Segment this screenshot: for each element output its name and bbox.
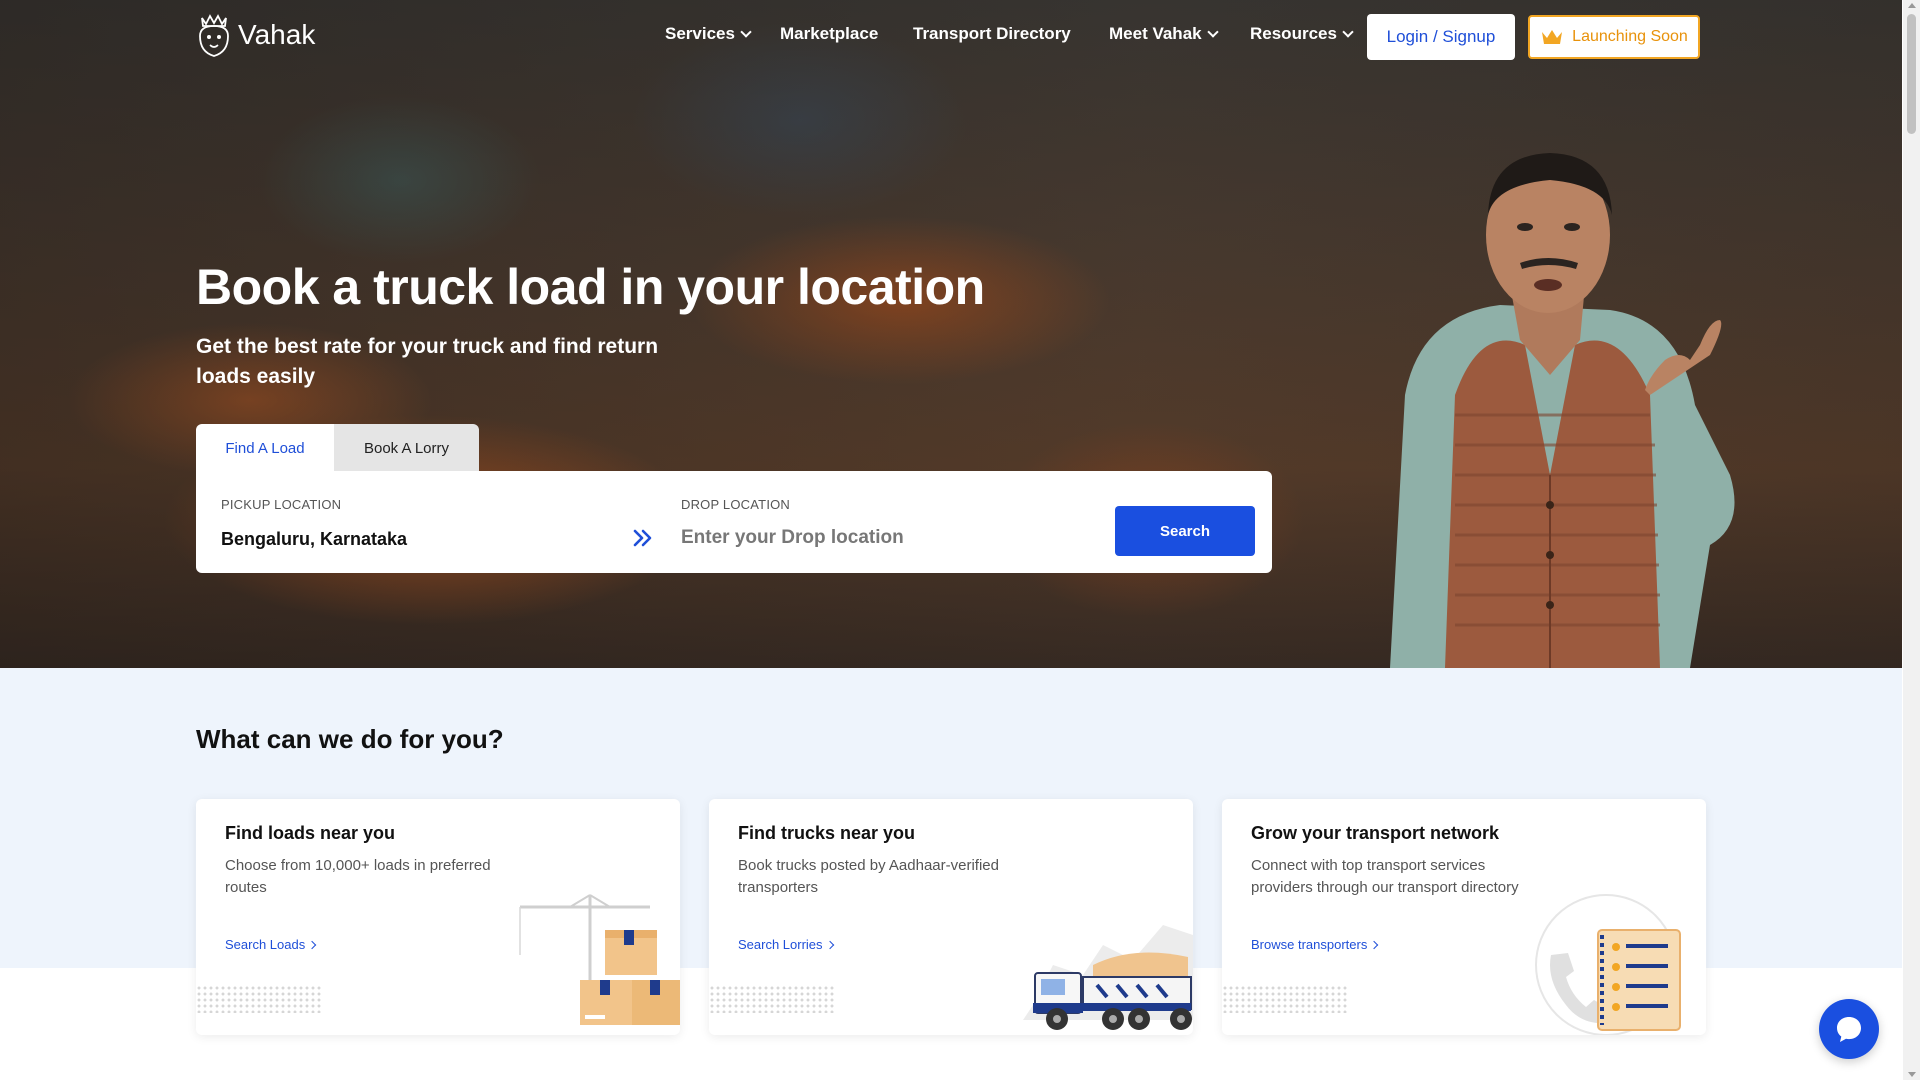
search-loads-link-label: Search Loads bbox=[225, 937, 306, 952]
search-lorries-link[interactable]: Search Lorries bbox=[738, 937, 834, 952]
crane-boxes-illustration bbox=[519, 894, 680, 1025]
nav-transport-directory[interactable]: Transport Directory bbox=[913, 24, 1071, 44]
double-chevron-right-icon[interactable] bbox=[632, 528, 654, 548]
nav-services-label: Services bbox=[665, 24, 735, 43]
card-title: Grow your transport network bbox=[1251, 823, 1500, 843]
page-scrollbar[interactable] bbox=[1903, 0, 1920, 1080]
chevron-right-icon bbox=[307, 940, 317, 949]
login-signup-button[interactable]: Login / Signup bbox=[1367, 14, 1515, 60]
card-description: Book trucks posted by Aadhaar-verified t… bbox=[738, 857, 999, 896]
card-description: Choose from 10,000+ loads in preferred r… bbox=[225, 857, 491, 896]
nav-meet-vahak[interactable]: Meet Vahak bbox=[1109, 24, 1219, 44]
search-lorries-link-label: Search Lorries bbox=[738, 937, 823, 952]
chevron-right-icon bbox=[825, 940, 834, 949]
brand-logo[interactable]: Vahak bbox=[196, 12, 315, 58]
directory-phone-illustration bbox=[1535, 894, 1681, 1035]
services-section-title: What can we do for you? bbox=[196, 724, 504, 754]
hero-title: Book a truck load in your location bbox=[196, 259, 985, 315]
hero-subtitle: Get the best rate for your truck and fin… bbox=[196, 335, 659, 388]
card-title: Find loads near you bbox=[225, 823, 396, 843]
pickup-location-field[interactable]: Bengaluru, Karnataka bbox=[221, 529, 407, 550]
dot-pattern bbox=[1222, 985, 1347, 1013]
pickup-location-label: PICKUP LOCATION bbox=[221, 497, 342, 512]
scroll-up-arrow-icon[interactable] bbox=[1908, 3, 1916, 8]
nav-resources-label: Resources bbox=[1250, 24, 1337, 43]
chevron-down-icon bbox=[740, 26, 752, 38]
scrollbar-thumb[interactable] bbox=[1907, 14, 1916, 134]
chevron-down-icon bbox=[1342, 26, 1354, 38]
card-description: Connect with top transport services prov… bbox=[1251, 857, 1519, 896]
launching-soon-label: Launching Soon bbox=[1572, 28, 1688, 45]
nav-transport-directory-label: Transport Directory bbox=[913, 24, 1071, 43]
lion-crown-icon bbox=[199, 14, 229, 57]
service-card-find-loads: Find loads near you Choose from 10,000+ … bbox=[196, 799, 680, 1035]
nav-resources[interactable]: Resources bbox=[1250, 24, 1354, 44]
chat-button[interactable] bbox=[1819, 999, 1879, 1059]
dot-pattern bbox=[709, 985, 834, 1013]
nav-marketplace-label: Marketplace bbox=[780, 24, 879, 43]
search-panel: PICKUP LOCATION Bengaluru, Karnataka DRO… bbox=[196, 471, 1272, 573]
tab-find-a-load[interactable]: Find A Load bbox=[196, 424, 334, 472]
truck-illustration bbox=[1023, 925, 1193, 1030]
nav-marketplace[interactable]: Marketplace bbox=[780, 24, 878, 44]
search-button[interactable]: Search bbox=[1115, 506, 1255, 556]
service-card-find-trucks: Find trucks near you Book trucks posted … bbox=[709, 799, 1193, 1035]
drop-location-input[interactable] bbox=[681, 521, 1061, 555]
drop-location-label: DROP LOCATION bbox=[681, 497, 791, 512]
chat-bubble-icon bbox=[1837, 1017, 1861, 1042]
dot-pattern bbox=[196, 985, 321, 1013]
launching-soon-button[interactable]: Launching Soon bbox=[1528, 15, 1700, 59]
browse-transporters-link[interactable]: Browse transporters bbox=[1251, 937, 1379, 952]
browse-transporters-link-label: Browse transporters bbox=[1251, 937, 1368, 952]
nav-services[interactable]: Services bbox=[665, 24, 752, 44]
tab-book-a-lorry[interactable]: Book A Lorry bbox=[334, 424, 479, 472]
chevron-down-icon bbox=[1206, 26, 1219, 38]
scroll-down-arrow-icon[interactable] bbox=[1908, 1072, 1916, 1077]
presenter-image bbox=[1390, 153, 1735, 668]
nav-meet-vahak-label: Meet Vahak bbox=[1109, 24, 1202, 43]
crown-icon bbox=[1542, 30, 1563, 44]
card-title: Find trucks near you bbox=[738, 823, 916, 843]
search-loads-link[interactable]: Search Loads bbox=[225, 937, 317, 952]
service-card-transport-network: Grow your transport network Connect with… bbox=[1222, 799, 1706, 1035]
brand-name: Vahak bbox=[238, 19, 316, 50]
top-navbar: Vahak Services Marketplace Transport Dir… bbox=[0, 0, 1902, 72]
chevron-right-icon bbox=[1370, 940, 1379, 949]
